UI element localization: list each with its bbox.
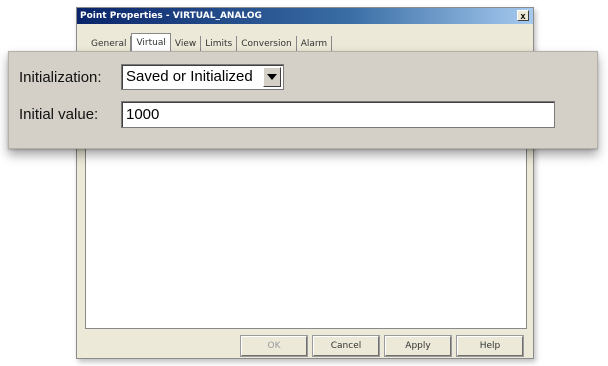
- dropdown-arrow-button[interactable]: [263, 67, 281, 87]
- tab-general[interactable]: General: [87, 36, 132, 52]
- dialog-button-row: OK Cancel Apply Help: [240, 335, 524, 357]
- triangle-down-icon: [267, 74, 277, 80]
- tab-strip: General Virtual View Limits Conversion A…: [87, 33, 333, 53]
- cancel-button[interactable]: Cancel: [312, 335, 380, 357]
- tab-conversion[interactable]: Conversion: [237, 36, 297, 52]
- initialization-select[interactable]: Saved or Initialized: [121, 64, 284, 90]
- initial-value-input[interactable]: 1000: [121, 101, 555, 128]
- tab-limits[interactable]: Limits: [201, 36, 238, 52]
- magnified-fields-callout: Initialization: Saved or Initialized Ini…: [8, 51, 598, 149]
- apply-button[interactable]: Apply: [384, 335, 452, 357]
- initial-value-row: Initial value: 1000: [19, 101, 555, 128]
- dialog-title: Point Properties - VIRTUAL_ANALOG: [77, 8, 533, 24]
- initial-value-label: Initial value:: [19, 106, 99, 123]
- initialization-selected-value: Saved or Initialized: [126, 68, 253, 85]
- help-button[interactable]: Help: [456, 335, 524, 357]
- close-icon[interactable]: x: [517, 10, 529, 21]
- initialization-row: Initialization: Saved or Initialized: [19, 64, 284, 90]
- tab-alarm[interactable]: Alarm: [297, 36, 333, 52]
- ok-button[interactable]: OK: [240, 335, 308, 357]
- tab-view[interactable]: View: [171, 36, 202, 52]
- initialization-label: Initialization:: [19, 68, 102, 86]
- tab-virtual[interactable]: Virtual: [131, 33, 171, 53]
